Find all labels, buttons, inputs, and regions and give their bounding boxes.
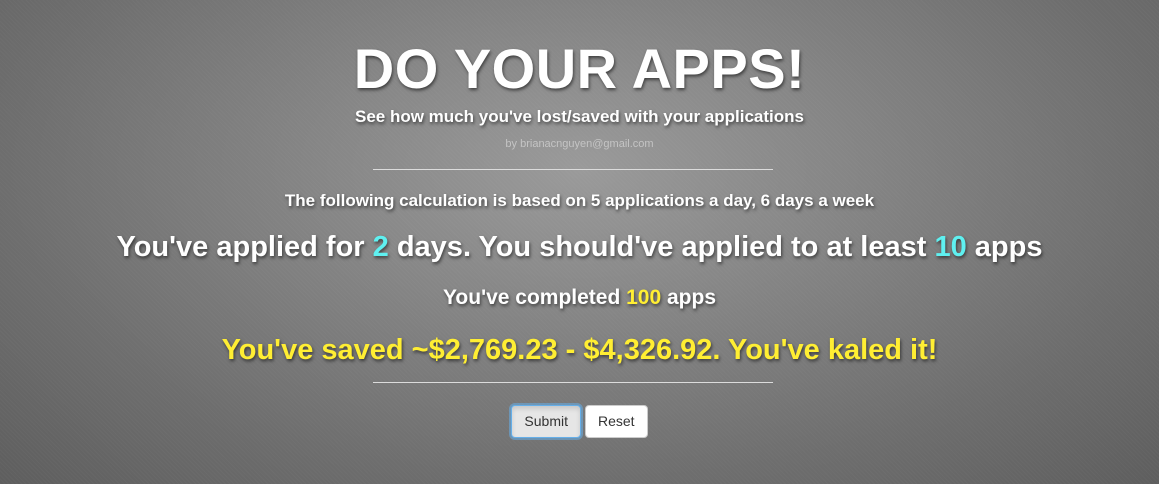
- calculation-basis-text: The following calculation is based on 5 …: [284, 191, 875, 210]
- savings-summary: You've saved ~$2,769.23 - $4,326.92. You…: [221, 334, 938, 366]
- completed-suffix: apps: [661, 286, 717, 309]
- page-title: DO YOUR APPS!: [353, 37, 806, 100]
- applied-suffix: apps: [966, 231, 1043, 263]
- completed-summary: You've completed 100 apps: [0, 284, 1159, 312]
- author-byline: by brianacnguyen@gmail.com: [505, 138, 654, 150]
- page-subtitle: See how much you've lost/saved with your…: [355, 107, 804, 126]
- top-divider: [373, 169, 773, 170]
- completed-count-value: 100: [626, 286, 662, 309]
- action-buttons: Submit Reset: [0, 405, 1159, 438]
- completed-prefix: You've completed: [442, 286, 627, 309]
- applied-summary: You've applied for 2 days. You should've…: [0, 228, 1159, 266]
- applied-prefix: You've applied for: [116, 231, 373, 263]
- applied-middle: days. You should've applied to at least: [388, 231, 935, 263]
- reset-button[interactable]: Reset: [585, 405, 648, 438]
- applied-target-value: 10: [934, 231, 967, 263]
- bottom-divider: [373, 382, 773, 383]
- submit-button[interactable]: Submit: [511, 405, 581, 438]
- applied-days-value: 2: [372, 231, 389, 263]
